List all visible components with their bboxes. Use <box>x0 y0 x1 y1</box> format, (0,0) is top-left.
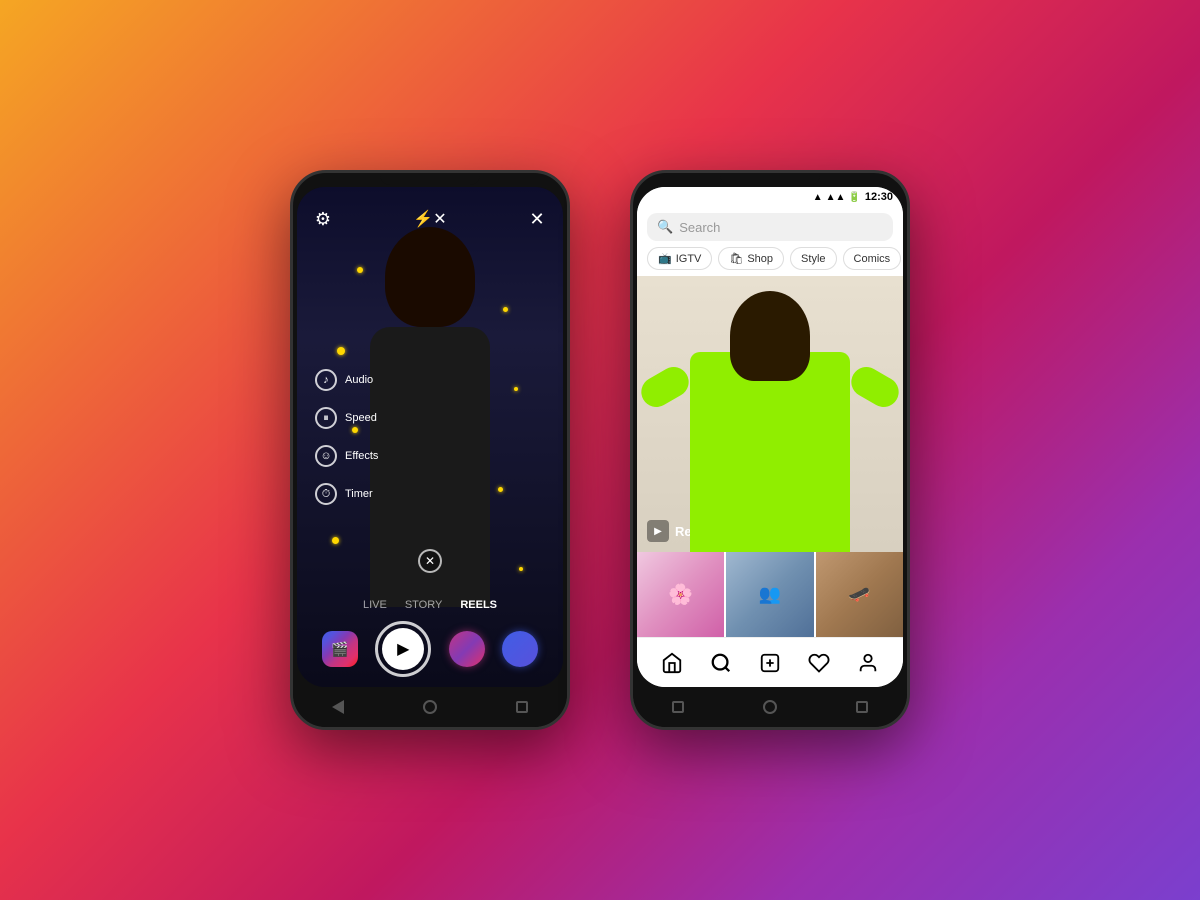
camera-side-menu: ♪ Audio ⏸ Speed ☺ Effects ⏱ Timer <box>315 369 378 505</box>
create-nav-icon[interactable] <box>756 649 784 677</box>
recents-button[interactable] <box>516 701 528 713</box>
effects-icon: ☺ <box>315 445 337 467</box>
reels-logo: 🎬 <box>322 631 358 667</box>
close-icon[interactable]: ✕ <box>523 205 551 233</box>
search-icon: 🔍 <box>657 219 673 235</box>
profile-nav-icon[interactable] <box>854 649 882 677</box>
settings-icon[interactable]: ⚙ <box>309 205 337 233</box>
right-phone: ▲ ▲▲ 🔋 12:30 🔍 Search 📺 IGTV <box>630 170 910 730</box>
sparkle <box>337 347 345 355</box>
sparkle <box>332 537 339 544</box>
speed-label: Speed <box>345 412 377 424</box>
signal-icon: ▲▲ <box>826 192 846 203</box>
chip-shop[interactable]: 🛍 Shop <box>718 247 784 270</box>
chip-shop-label: Shop <box>747 253 773 265</box>
sparkle <box>498 487 503 492</box>
status-icons: ▲ ▲▲ 🔋 <box>813 192 861 203</box>
sparkle <box>357 267 363 273</box>
home-nav-icon[interactable] <box>658 649 686 677</box>
sparkle <box>503 307 508 312</box>
camera-top-controls: ⚙ ⚡✕ ✕ <box>309 205 551 233</box>
right-person-hair <box>730 291 810 381</box>
right-person-body <box>690 352 850 552</box>
camera-screen: ⚙ ⚡✕ ✕ ♪ Audio ⏸ Speed ☺ Effects <box>297 187 563 687</box>
status-bar: ▲ ▲▲ 🔋 12:30 <box>637 187 903 207</box>
filter-button-pink[interactable] <box>449 631 485 667</box>
igtv-icon: 📺 <box>658 252 672 265</box>
audio-label: Audio <box>345 374 373 386</box>
effects-label: Effects <box>345 450 378 462</box>
live-mode[interactable]: LIVE <box>363 599 387 611</box>
battery-icon: 🔋 <box>848 192 860 203</box>
story-mode[interactable]: STORY <box>405 599 443 611</box>
person-hair <box>385 227 475 327</box>
home-button[interactable] <box>423 700 437 714</box>
chip-comics-label: Comics <box>854 253 891 265</box>
sparkle <box>519 567 523 571</box>
flash-off-icon[interactable]: ⚡✕ <box>416 205 444 233</box>
back-button-right[interactable] <box>856 701 868 713</box>
speed-icon: ⏸ <box>315 407 337 429</box>
reels-mode[interactable]: REELS <box>460 599 497 611</box>
timer-label: Timer <box>345 488 373 500</box>
search-input-box[interactable]: 🔍 Search <box>647 213 893 241</box>
camera-mode-bar: LIVE STORY REELS <box>297 599 563 611</box>
camera-controls-row: 🎬 ▶ <box>297 621 563 677</box>
search-bar: 🔍 Search <box>637 207 903 247</box>
thumbnail-grid: 🌸 👥 🛹 <box>637 552 903 637</box>
close-badge[interactable]: ✕ <box>418 549 442 573</box>
explore-screen: ▲ ▲▲ 🔋 12:30 🔍 Search 📺 IGTV <box>637 187 903 687</box>
audio-menu-item[interactable]: ♪ Audio <box>315 369 378 391</box>
reels-video-area: ▶ Reels <box>637 276 903 552</box>
bottom-navigation <box>637 637 903 687</box>
chip-style[interactable]: Style <box>790 247 836 270</box>
capture-button[interactable]: ▶ <box>375 621 431 677</box>
shop-icon: 🛍 <box>729 252 743 265</box>
activity-nav-icon[interactable] <box>805 649 833 677</box>
chip-comics[interactable]: Comics <box>843 247 902 270</box>
right-phone-nav-bar <box>633 687 907 727</box>
status-time: 12:30 <box>865 191 893 203</box>
chip-style-label: Style <box>801 253 825 265</box>
chip-igtv-label: IGTV <box>676 253 702 265</box>
left-phone-nav-bar <box>293 687 567 727</box>
search-nav-icon[interactable] <box>707 649 735 677</box>
timer-icon: ⏱ <box>315 483 337 505</box>
timer-menu-item[interactable]: ⏱ Timer <box>315 483 378 505</box>
thumb-1[interactable]: 🌸 <box>637 552 724 637</box>
camera-bottom: ✕ LIVE STORY REELS 🎬 ▶ <box>297 599 563 677</box>
recents-button-right[interactable] <box>672 701 684 713</box>
reels-icon: ▶ <box>647 520 669 542</box>
audio-icon: ♪ <box>315 369 337 391</box>
sparkle <box>514 387 518 391</box>
thumb-2[interactable]: 👥 <box>726 552 813 637</box>
speed-menu-item[interactable]: ⏸ Speed <box>315 407 378 429</box>
effects-menu-item[interactable]: ☺ Effects <box>315 445 378 467</box>
home-button-right[interactable] <box>763 700 777 714</box>
thumb-3[interactable]: 🛹 <box>816 552 903 637</box>
chip-igtv[interactable]: 📺 IGTV <box>647 247 712 270</box>
filter-button-blue[interactable] <box>502 631 538 667</box>
left-phone: ⚙ ⚡✕ ✕ ♪ Audio ⏸ Speed ☺ Effects <box>290 170 570 730</box>
search-placeholder: Search <box>679 220 720 235</box>
back-button[interactable] <box>332 700 344 714</box>
wifi-icon: ▲ <box>813 192 823 203</box>
filter-chips: 📺 IGTV 🛍 Shop Style Comics TV & Movies <box>637 247 903 276</box>
video-person-bg <box>637 276 903 552</box>
